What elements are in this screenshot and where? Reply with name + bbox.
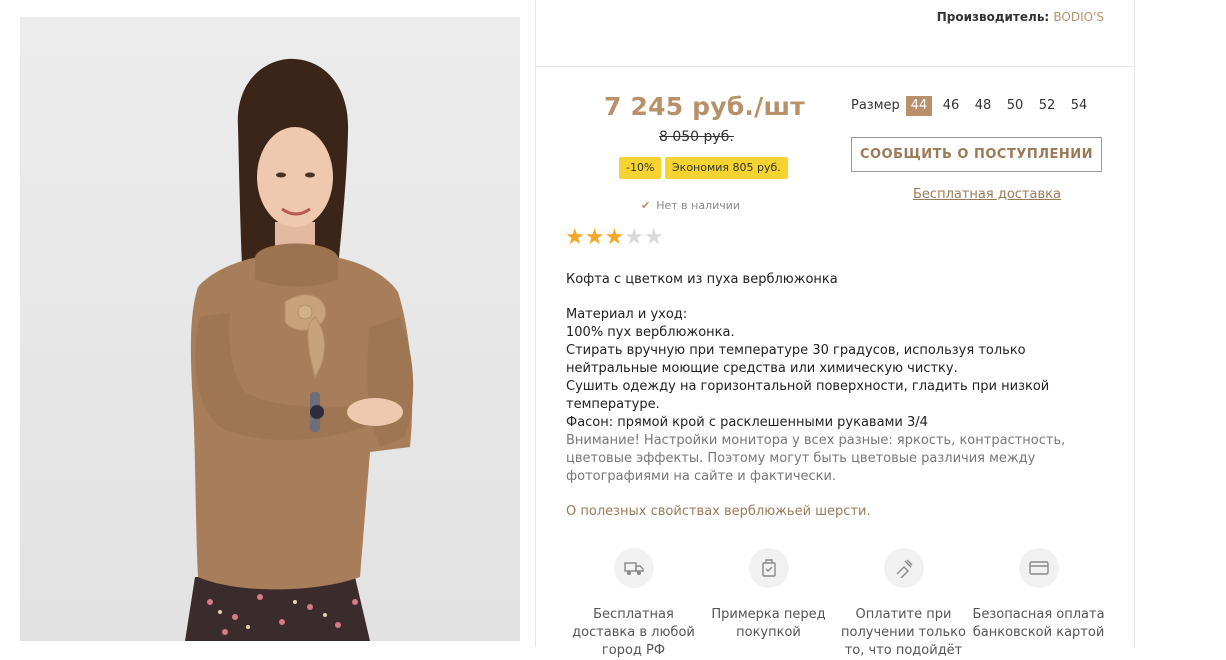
monitor-note: Внимание! Настройки монитора у всех разн… xyxy=(566,433,1066,484)
camel-wool-link[interactable]: О полезных свойствах верблюжьей шерсти. xyxy=(566,503,1106,521)
notify-button[interactable]: СООБЩИТЬ О ПОСТУПЛЕНИИ xyxy=(851,137,1102,172)
size-option-46[interactable]: 46 xyxy=(938,96,964,116)
star-filled-icon[interactable]: ★ xyxy=(585,226,605,250)
size-selector: 44 46 48 50 52 54 xyxy=(906,96,1098,116)
feature-text: Безопасная оплата банковской картой xyxy=(972,607,1105,640)
manufacturer-label: Производитель: xyxy=(936,10,1050,24)
product-gallery xyxy=(0,0,536,647)
description-line: Фасон: прямой крой с расклешенными рукав… xyxy=(566,415,928,430)
feature-fitting: Примерка перед покупкой xyxy=(701,548,836,660)
feature-delivery: Бесплатная доставка в любой город РФ xyxy=(566,548,701,660)
star-empty-icon[interactable]: ★ xyxy=(624,226,644,250)
description-line: Стирать вручную при температуре 30 граду… xyxy=(566,343,1026,376)
feature-cash-payment: Оплатите при получении только то, что по… xyxy=(836,548,971,660)
model-illustration xyxy=(185,58,414,641)
description-title: Кофта с цветком из пуха верблюжонка xyxy=(566,272,838,287)
column-divider xyxy=(535,0,536,647)
manufacturer-brand-link[interactable]: BODIO'S xyxy=(1053,10,1104,24)
free-delivery-link[interactable]: Бесплатная доставка xyxy=(913,187,1061,202)
manufacturer: Производитель: BODIO'S xyxy=(937,10,1104,24)
description-line: Сушить одежду на горизонтальной поверхно… xyxy=(566,379,1050,412)
cash-on-delivery-icon xyxy=(883,548,924,588)
truck-icon xyxy=(613,548,654,588)
fitting-icon xyxy=(748,548,789,588)
column-divider-right xyxy=(1134,0,1135,647)
discount-badge: -10% xyxy=(619,157,662,179)
size-option-48[interactable]: 48 xyxy=(970,96,996,116)
feature-card-payment: Безопасная оплата банковской картой xyxy=(971,548,1106,660)
star-filled-icon[interactable]: ★ xyxy=(565,226,585,250)
size-option-54[interactable]: 54 xyxy=(1066,96,1092,116)
description-line: 100% пух верблюжонка. xyxy=(566,325,735,340)
rating-stars[interactable]: ★ ★ ★ ★ ★ xyxy=(565,226,664,250)
star-filled-icon[interactable]: ★ xyxy=(604,226,624,250)
size-option-44[interactable]: 44 xyxy=(906,96,932,116)
feature-text: Оплатите при получении только то, что по… xyxy=(841,607,966,658)
check-icon: ✔ xyxy=(641,199,651,212)
feature-text: Бесплатная доставка в любой город РФ xyxy=(572,607,695,658)
size-option-50[interactable]: 50 xyxy=(1002,96,1028,116)
savings-badge: Экономия 805 руб. xyxy=(665,157,788,179)
stock-status: ✔ Нет в наличии xyxy=(641,199,740,212)
star-empty-icon[interactable]: ★ xyxy=(644,226,664,250)
size-label: Размер xyxy=(851,98,900,113)
section-divider xyxy=(536,66,1134,67)
stock-status-text: Нет в наличии xyxy=(656,199,741,212)
current-price: 7 245 руб./шт xyxy=(604,92,805,121)
old-price: 8 050 руб. xyxy=(659,129,734,145)
product-photo[interactable] xyxy=(20,17,520,641)
product-description: Кофта с цветком из пуха верблюжонка Мате… xyxy=(566,271,1106,521)
card-icon xyxy=(1018,548,1059,588)
feature-text: Примерка перед покупкой xyxy=(711,607,826,640)
features-list: Бесплатная доставка в любой город РФ При… xyxy=(566,548,1106,660)
size-option-52[interactable]: 52 xyxy=(1034,96,1060,116)
description-line: Материал и уход: xyxy=(566,307,688,322)
